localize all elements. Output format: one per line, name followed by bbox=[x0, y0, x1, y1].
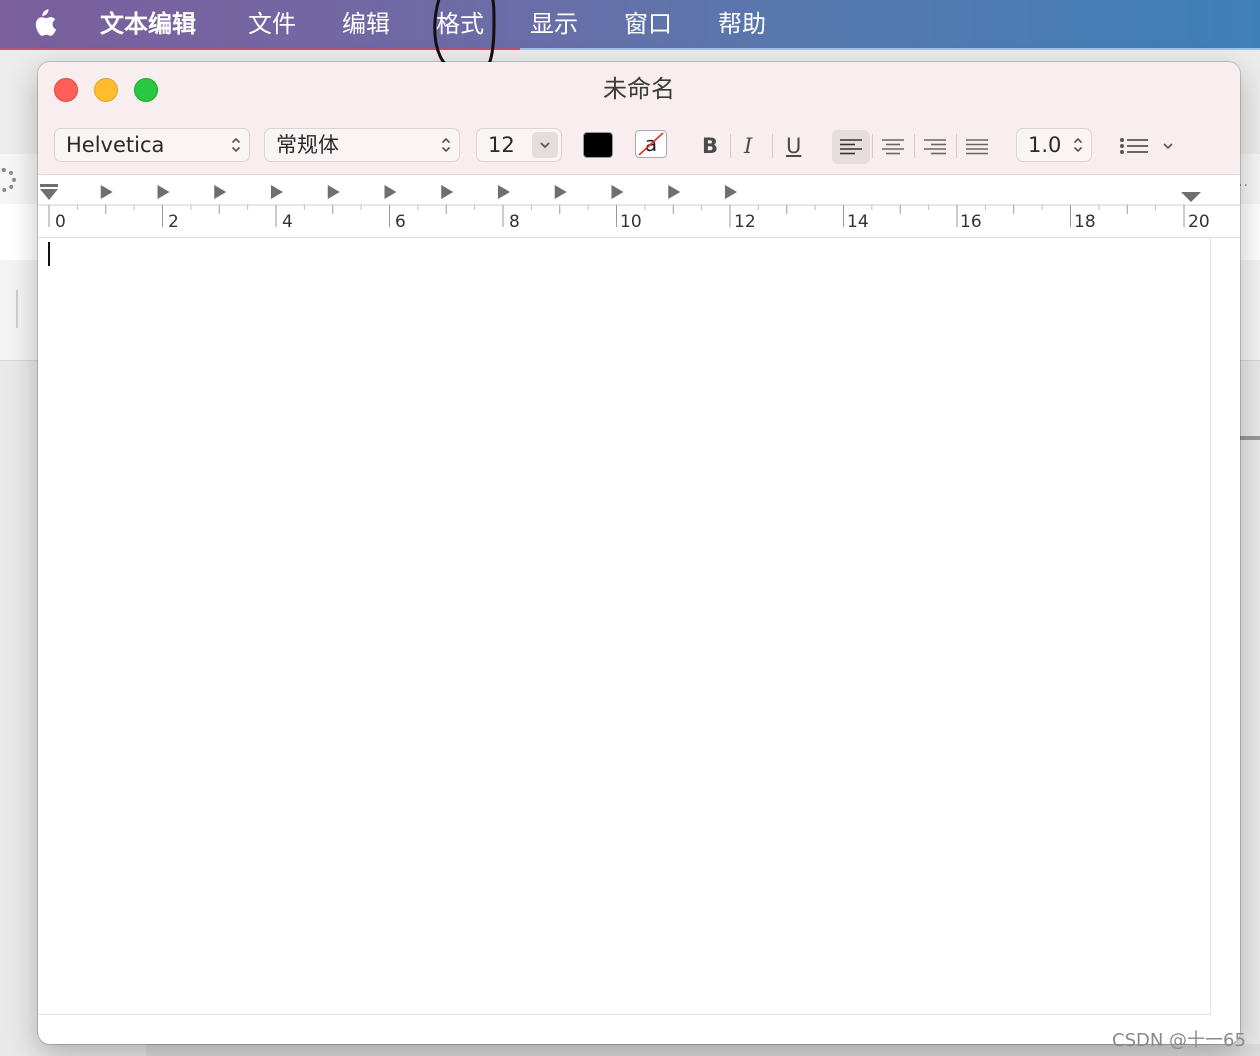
align-left-icon bbox=[840, 139, 862, 155]
updown-chevron-icon bbox=[1073, 137, 1083, 153]
font-size-combo[interactable]: 12 bbox=[476, 128, 562, 162]
title-bar: 未命名 Helvetica 常规体 12 a bbox=[38, 62, 1240, 175]
font-size-value: 12 bbox=[488, 133, 515, 157]
no-color-slash-icon bbox=[638, 132, 664, 156]
document-text-area[interactable] bbox=[38, 238, 1211, 1015]
ruler-label: 14 bbox=[847, 212, 869, 232]
tab-stop-marker bbox=[554, 185, 567, 199]
background-panel bbox=[146, 1044, 1260, 1056]
tab-stop-marker bbox=[498, 185, 510, 199]
align-center-icon bbox=[882, 139, 904, 155]
line-spacing-select[interactable]: 1.0 bbox=[1016, 128, 1092, 162]
ruler-label: 6 bbox=[395, 212, 406, 232]
updown-chevron-icon bbox=[441, 137, 451, 153]
apple-icon[interactable] bbox=[28, 6, 58, 40]
ruler-label: 20 bbox=[1188, 212, 1210, 232]
tab-stop-marker bbox=[327, 185, 340, 199]
menu-edit[interactable]: 编辑 bbox=[342, 8, 390, 40]
ruler-label: 0 bbox=[55, 212, 66, 232]
ruler-label: 8 bbox=[509, 212, 520, 232]
align-justify-button[interactable] bbox=[958, 130, 996, 164]
updown-chevron-icon bbox=[231, 137, 241, 153]
chevron-down-icon bbox=[540, 142, 550, 149]
separator bbox=[914, 134, 915, 158]
tab-stop-marker bbox=[668, 185, 681, 199]
tab-stop-marker bbox=[271, 185, 283, 199]
first-line-indent-marker bbox=[40, 184, 58, 187]
tab-stop-marker bbox=[384, 185, 397, 199]
background-divider bbox=[16, 290, 18, 328]
line-spacing-value: 1.0 bbox=[1028, 133, 1062, 157]
menu-view[interactable]: 显示 bbox=[530, 8, 578, 40]
italic-button[interactable]: I bbox=[744, 132, 752, 160]
ruler[interactable]: 0 2 4 6 8 10 12 14 16 18 20 bbox=[38, 175, 1240, 238]
tab-stop-marker bbox=[441, 185, 454, 199]
tab-stop-marker bbox=[214, 185, 227, 199]
bold-button[interactable]: B bbox=[702, 132, 718, 160]
align-right-button[interactable] bbox=[916, 130, 954, 164]
right-margin-marker bbox=[1181, 192, 1201, 202]
text-color-well[interactable] bbox=[584, 133, 612, 157]
tab-stop-marker bbox=[100, 185, 113, 199]
align-right-icon bbox=[924, 139, 946, 155]
background-scrollbar bbox=[1240, 436, 1260, 440]
ruler-label: 16 bbox=[960, 212, 982, 232]
tab-stop-marker bbox=[157, 185, 170, 199]
align-justify-icon bbox=[966, 139, 988, 155]
separator bbox=[872, 134, 873, 158]
font-family-select[interactable]: Helvetica bbox=[54, 128, 250, 162]
menu-file[interactable]: 文件 bbox=[248, 8, 296, 40]
left-indent-marker bbox=[40, 189, 58, 200]
font-style-value: 常规体 bbox=[276, 133, 339, 157]
separator bbox=[772, 134, 773, 158]
align-center-button[interactable] bbox=[874, 130, 912, 164]
watermark: CSDN @十一65 bbox=[1112, 1030, 1246, 1051]
underline-button[interactable]: U bbox=[786, 132, 801, 160]
separator bbox=[956, 134, 957, 158]
background-color-well[interactable]: a bbox=[636, 131, 666, 157]
font-size-dropdown-button[interactable] bbox=[532, 132, 558, 158]
menu-bar: 文本编辑 文件 编辑 格式 显示 窗口 帮助 bbox=[0, 0, 1260, 48]
ruler-label: 18 bbox=[1074, 212, 1096, 232]
menu-window[interactable]: 窗口 bbox=[624, 8, 672, 40]
font-family-value: Helvetica bbox=[66, 133, 165, 157]
window-title: 未命名 bbox=[603, 75, 675, 103]
list-style-button[interactable] bbox=[1118, 132, 1178, 160]
ruler-label: 10 bbox=[620, 212, 642, 232]
text-caret bbox=[48, 242, 50, 266]
menu-app-textedit[interactable]: 文本编辑 bbox=[100, 8, 196, 40]
bullet-list-icon bbox=[1120, 138, 1173, 154]
tab-stop-marker bbox=[611, 185, 624, 199]
ruler-label: 12 bbox=[734, 212, 756, 232]
font-style-select[interactable]: 常规体 bbox=[264, 128, 460, 162]
ruler-label: 4 bbox=[282, 212, 293, 232]
menu-help[interactable]: 帮助 bbox=[718, 8, 766, 40]
separator bbox=[730, 134, 731, 158]
chevron-down-icon bbox=[1163, 143, 1173, 150]
textedit-window: 未命名 Helvetica 常规体 12 a bbox=[38, 62, 1240, 1044]
ruler-label: 2 bbox=[168, 212, 179, 232]
tab-stop-marker bbox=[725, 185, 737, 199]
align-left-button[interactable] bbox=[832, 130, 870, 164]
menubar-edge bbox=[520, 48, 1260, 50]
